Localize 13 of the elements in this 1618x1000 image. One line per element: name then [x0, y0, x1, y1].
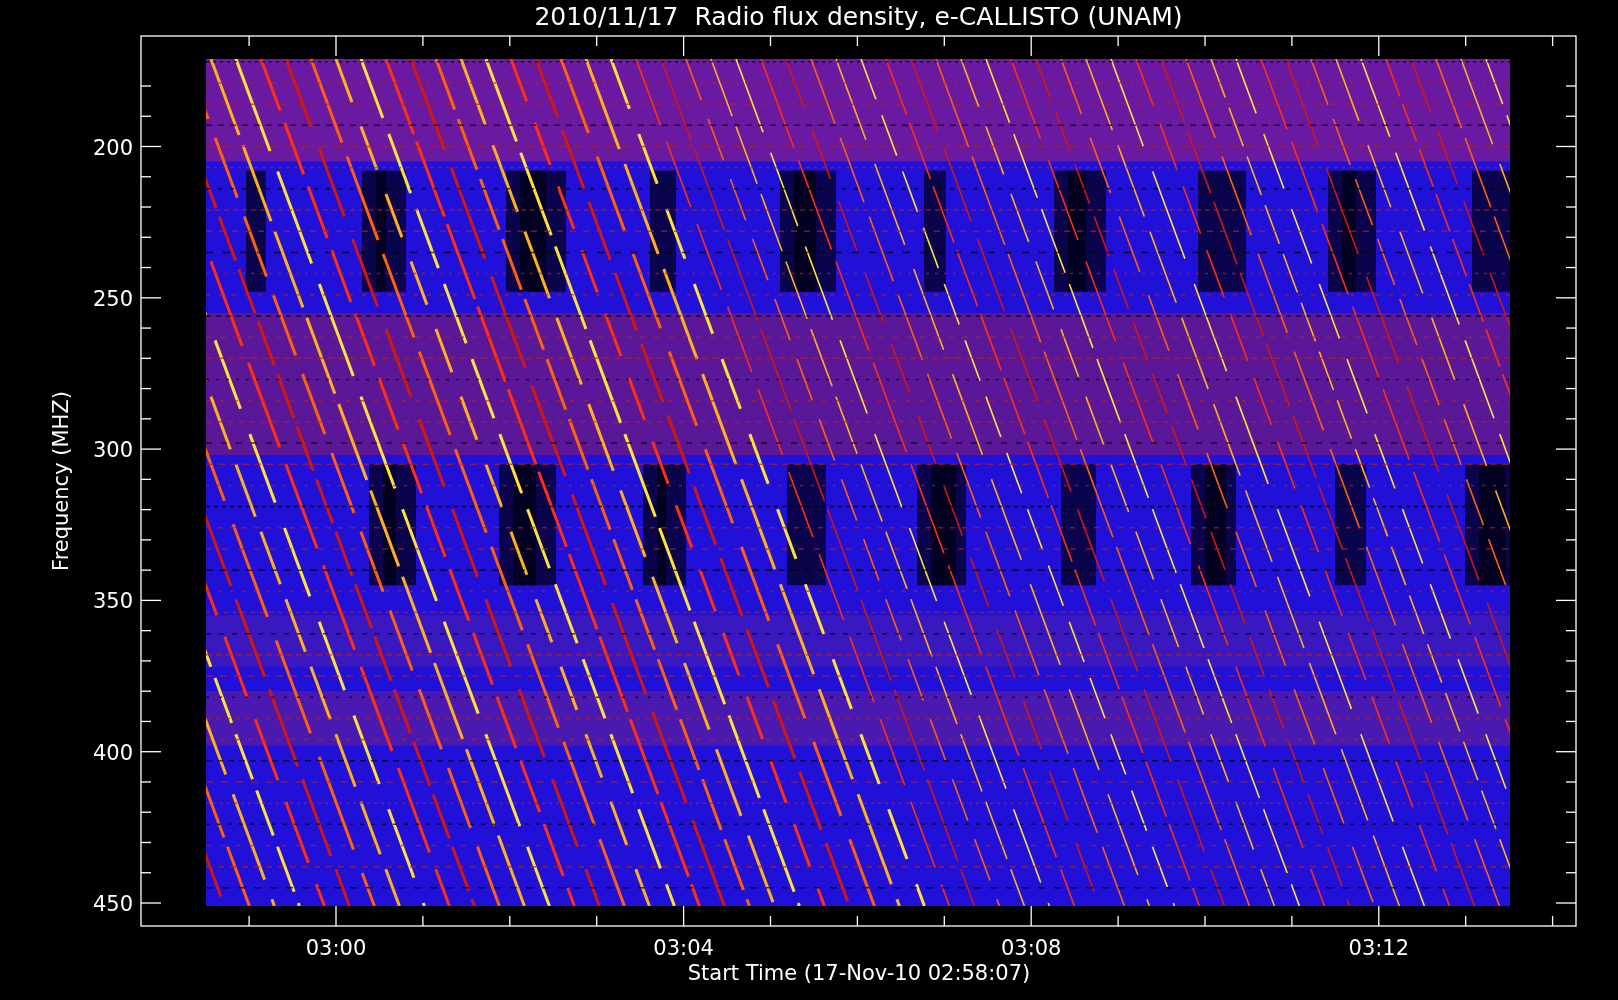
x-tick-label: 03:12 — [1348, 936, 1410, 960]
y-tick-label: 350 — [92, 589, 133, 614]
y-axis-label: Frequency (MHZ) — [49, 391, 73, 571]
x-tick-label: 03:00 — [305, 936, 367, 960]
y-tick-label: 400 — [92, 740, 133, 765]
x-tick-label: 03:04 — [653, 936, 714, 960]
y-tick-label: 450 — [92, 892, 133, 916]
x-tick-label: 03:08 — [1000, 936, 1062, 960]
y-tick-label: 300 — [92, 438, 133, 463]
x-axis-label: Start Time (17-Nov-10 02:58:07) — [687, 961, 1031, 985]
y-tick-label: 200 — [92, 135, 133, 160]
chart-title: 2010/11/17 Radio flux density, e-CALLISTO (UNAM) — [534, 2, 1183, 31]
y-tick-label: 250 — [92, 286, 133, 311]
